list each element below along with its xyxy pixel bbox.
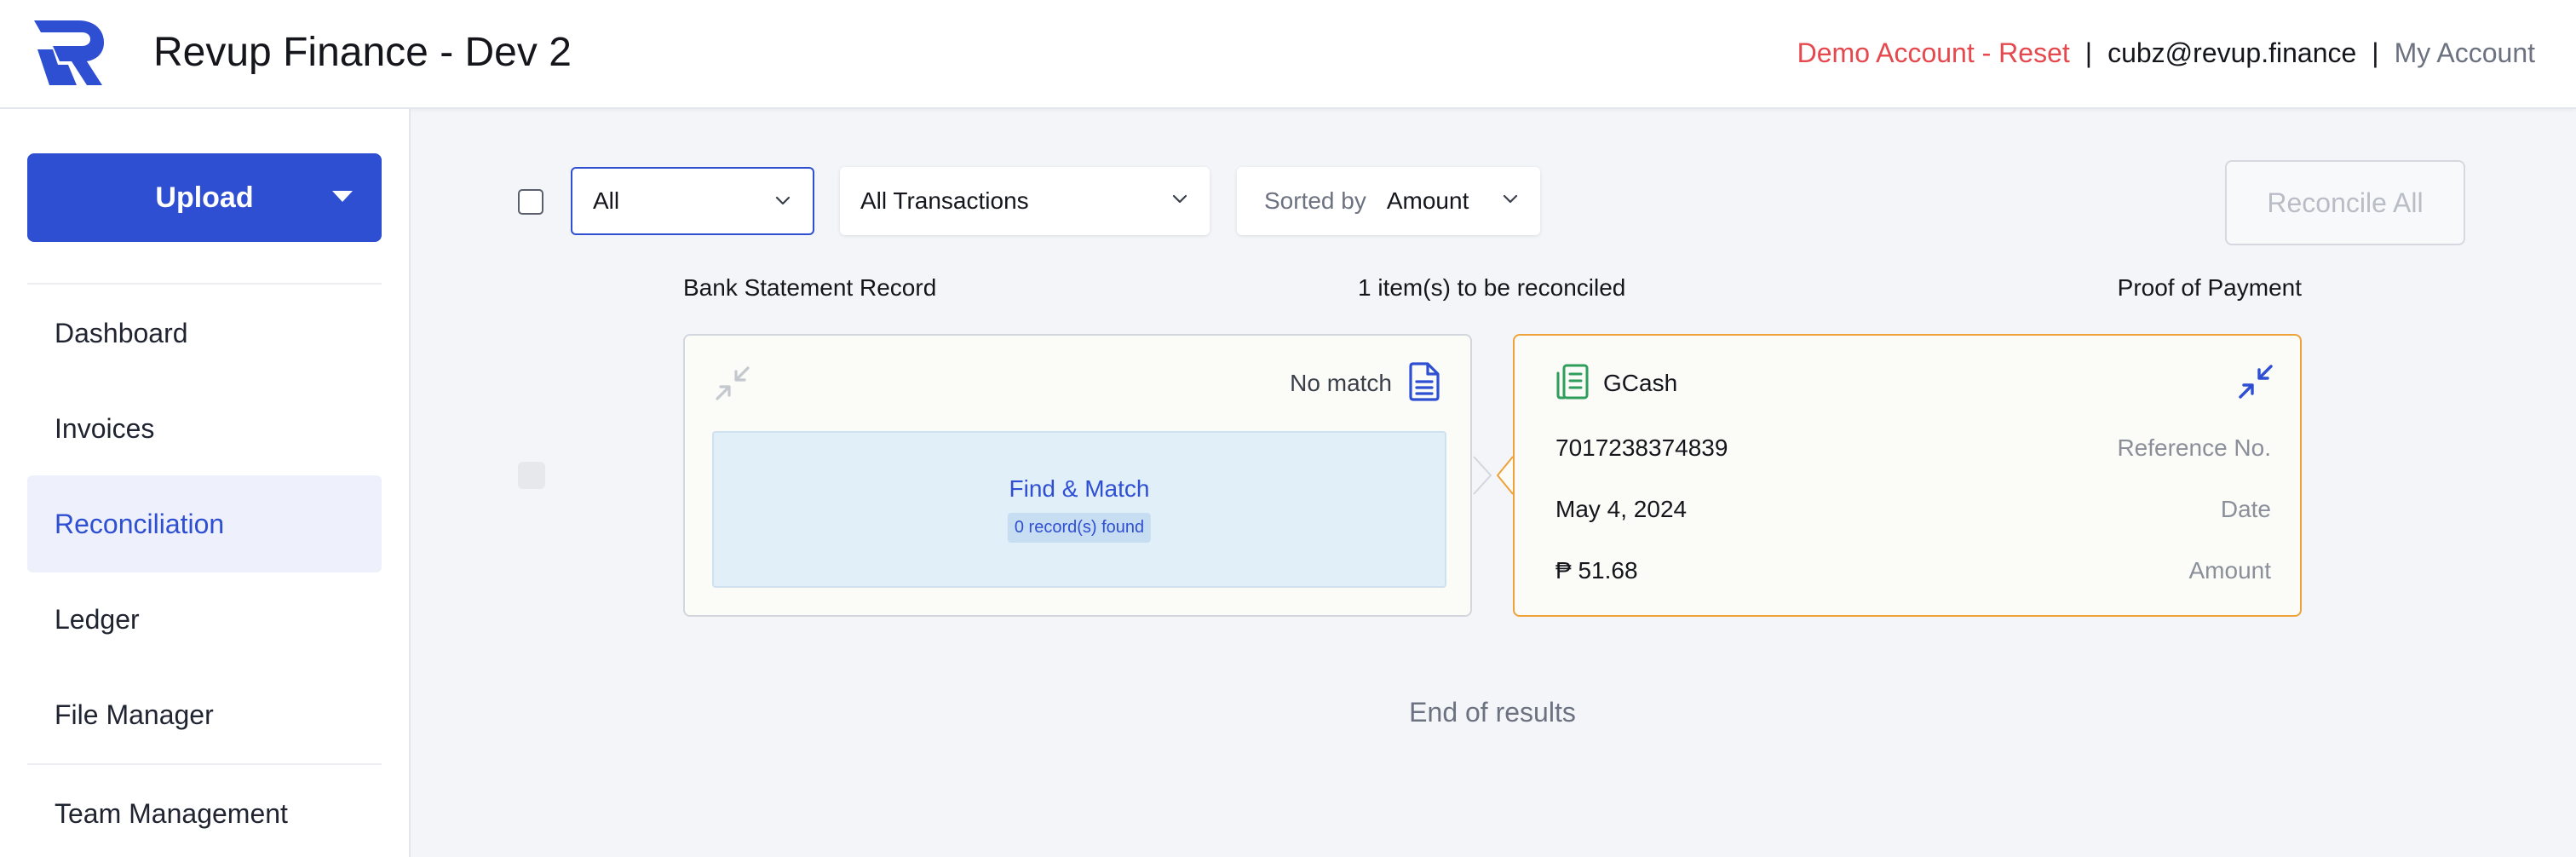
amount-value: ₱ 51.68	[1555, 557, 1638, 584]
sort-select[interactable]: Sorted by Amount	[1237, 167, 1540, 235]
reference-number-label: Reference No.	[2117, 434, 2271, 461]
demo-reset-link[interactable]: Demo Account - Reset	[1797, 34, 2070, 72]
date-label: Date	[2220, 496, 2271, 522]
collapse-arrows-icon[interactable]	[714, 365, 751, 402]
status-filter-select[interactable]: All	[571, 167, 814, 235]
app-title: Revup Finance - Dev 2	[153, 30, 572, 75]
sidebar-item-label: Dashboard	[55, 317, 188, 348]
amount-label: Amount	[2188, 557, 2272, 584]
sidebar-item-label: Team Management	[55, 797, 288, 829]
reconcile-all-button[interactable]: Reconcile All	[2225, 160, 2465, 245]
items-to-reconcile-count: 1 item(s) to be reconciled	[1358, 274, 1626, 301]
receipt-icon	[1556, 364, 1589, 400]
transaction-type-value: All Transactions	[860, 187, 1029, 214]
status-filter-value: All	[593, 187, 620, 214]
upload-button[interactable]: Upload	[27, 153, 382, 242]
sidebar: Upload Dashboard Invoices Reconciliation…	[0, 109, 411, 857]
chevron-down-icon	[1172, 194, 1187, 204]
find-and-match-label: Find & Match	[1009, 475, 1150, 502]
sidebar-item-team-management[interactable]: Team Management	[27, 765, 382, 857]
match-connector-arrow	[1473, 456, 1513, 495]
separator: |	[2372, 37, 2379, 68]
sidebar-item-label: Reconciliation	[55, 508, 225, 539]
match-status: No match	[1290, 370, 1392, 396]
end-of-results-text: End of results	[1409, 697, 1576, 728]
row-checkbox[interactable]	[518, 462, 545, 489]
top-header: Revup Finance - Dev 2 Demo Account - Res…	[0, 0, 2576, 109]
sidebar-item-label: Ledger	[55, 603, 140, 635]
separator: |	[2084, 37, 2093, 68]
sort-value: Amount	[1386, 187, 1469, 214]
sort-prefix: Sorted by	[1264, 187, 1366, 214]
user-email: cubz@revup.finance	[2107, 37, 2357, 68]
sidebar-item-file-manager[interactable]: File Manager	[27, 666, 382, 763]
transaction-type-select[interactable]: All Transactions	[840, 167, 1210, 235]
select-all-checkbox[interactable]	[518, 189, 543, 215]
main-content: All All Transactions Sorted by Amount Re…	[412, 109, 2576, 857]
caret-down-icon[interactable]	[332, 191, 353, 202]
collapse-arrows-icon[interactable]	[2237, 363, 2274, 400]
my-account-link[interactable]: My Account	[2395, 34, 2535, 72]
sidebar-item-reconciliation[interactable]: Reconciliation	[27, 475, 382, 572]
records-found-badge: 0 record(s) found	[1007, 513, 1152, 543]
proof-of-payment-column-label: Proof of Payment	[2117, 274, 2302, 301]
payment-method-label: GCash	[1603, 370, 1678, 396]
sidebar-item-label: File Manager	[55, 699, 214, 730]
chevron-down-icon	[775, 196, 791, 205]
bank-statement-card: No match Find & Match 0 record(s) found	[683, 334, 1472, 617]
date-value: May 4, 2024	[1555, 496, 1688, 522]
document-icon	[1409, 362, 1440, 401]
chevron-down-icon	[1503, 194, 1518, 204]
proof-of-payment-card: GCash 7017238374839 Reference No. May 4,…	[1513, 334, 2302, 617]
sidebar-item-invoices[interactable]: Invoices	[27, 380, 382, 477]
sidebar-item-ledger[interactable]: Ledger	[27, 571, 382, 668]
bank-statement-column-label: Bank Statement Record	[683, 274, 937, 301]
sidebar-item-label: Invoices	[55, 412, 155, 444]
upload-button-label: Upload	[155, 181, 254, 214]
find-and-match-button[interactable]: Find & Match 0 record(s) found	[712, 431, 1446, 588]
sidebar-item-dashboard[interactable]: Dashboard	[27, 285, 382, 382]
account-bar: Demo Account - Reset | cubz@revup.financ…	[1797, 34, 2535, 72]
revup-logo-icon[interactable]	[29, 15, 111, 90]
reference-number-value: 7017238374839	[1555, 434, 1728, 461]
